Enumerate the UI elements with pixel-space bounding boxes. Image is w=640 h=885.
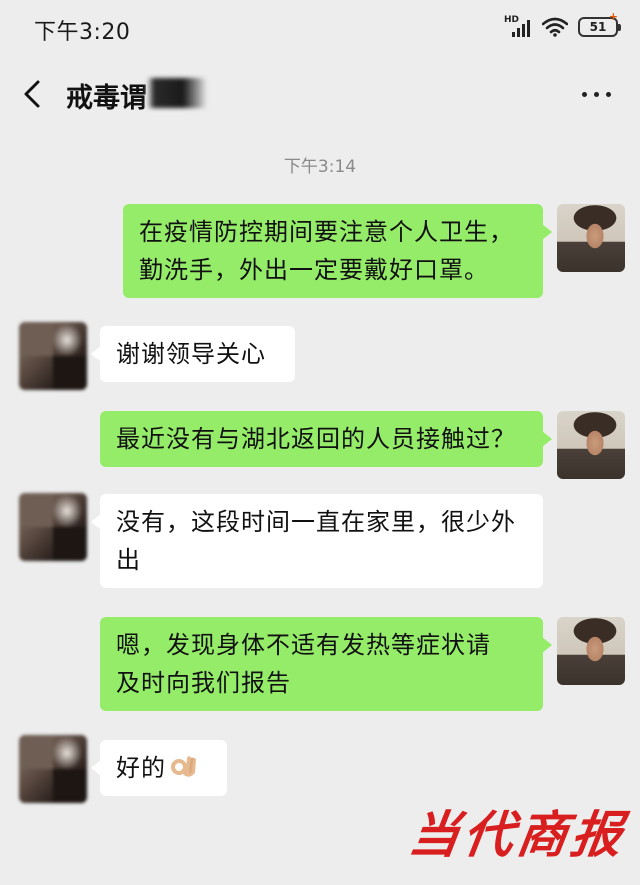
publisher-watermark: 当代商报 <box>405 805 630 864</box>
self-avatar[interactable] <box>557 204 625 272</box>
message-text-line: 最近没有与湖北返回的人员接触过？ <box>116 425 516 453</box>
message-bubble-sent[interactable]: 嗯，发现身体不适有发热等症状请 及时向我们报告 <box>100 617 552 711</box>
status-time: 下午3:20 <box>34 20 131 45</box>
contact-avatar[interactable] <box>19 493 87 561</box>
message-bubble-sent[interactable]: 最近没有与湖北返回的人员接触过？ <box>100 411 552 467</box>
contact-avatar[interactable] <box>19 322 87 390</box>
status-icons: HD 51 + <box>504 10 621 39</box>
back-arrow-icon[interactable] <box>16 76 52 112</box>
chat-header: 戒毒谓 <box>0 56 640 132</box>
battery-icon: 51 + <box>578 10 621 37</box>
redacted-name <box>147 78 207 108</box>
status-bar: 下午3:20 HD 51 + <box>0 0 640 56</box>
message-text-line: 及时向我们报告 <box>116 669 291 697</box>
ok-hand-icon <box>171 756 196 777</box>
chat-title: 戒毒谓 <box>66 83 147 114</box>
self-avatar[interactable] <box>557 617 625 685</box>
contact-avatar[interactable] <box>19 735 87 803</box>
message-bubble-received[interactable]: 没有，这段时间一直在家里，很少外 出 <box>91 494 543 588</box>
more-options-icon[interactable] <box>582 86 614 102</box>
charging-icon: + <box>608 10 618 23</box>
message-bubble-received[interactable]: 谢谢领导关心 <box>91 326 295 382</box>
signal-icon: HD <box>504 15 532 37</box>
battery-level: 51 <box>589 20 607 34</box>
message-bubble-sent[interactable]: 在疫情防控期间要注意个人卫生， 勤洗手，外出一定要戴好口罩。 <box>123 204 552 298</box>
wifi-icon <box>542 17 568 37</box>
message-text-line: 没有，这段时间一直在家里，很少外 <box>116 508 516 536</box>
message-text-line: 勤洗手，外出一定要戴好口罩。 <box>139 256 489 284</box>
message-text-line: 谢谢领导关心 <box>116 340 266 368</box>
message-timestamp: 下午3:14 <box>283 157 357 177</box>
message-text-line: 出 <box>116 546 141 574</box>
message-text-line: 好的 <box>116 754 166 782</box>
self-avatar[interactable] <box>557 411 625 479</box>
message-bubble-received[interactable]: 好的 <box>91 740 227 796</box>
message-text-line: 嗯，发现身体不适有发热等症状请 <box>116 631 491 659</box>
message-text-line: 在疫情防控期间要注意个人卫生， <box>139 218 514 246</box>
